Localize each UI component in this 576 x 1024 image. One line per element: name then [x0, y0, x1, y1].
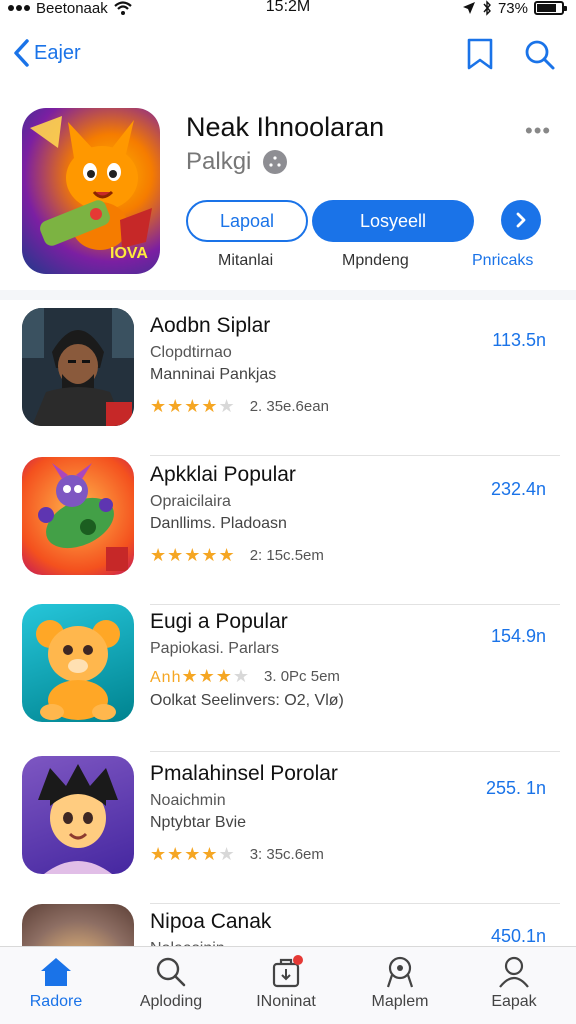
- tab-label: INoninat: [256, 993, 316, 1010]
- app-rating: Anh★★★★ 3. 0Pc 5em: [150, 666, 340, 687]
- app-icon-5[interactable]: [22, 904, 134, 948]
- chevron-right-icon: [516, 212, 526, 228]
- app-icon-3[interactable]: [22, 604, 134, 722]
- app-rating: ★★★★★ 2: 15c.5em: [150, 545, 324, 566]
- app-category: Clopdtirnao: [150, 344, 232, 361]
- status-right: 73%: [462, 0, 567, 17]
- app-name: Pmalahinsel Porolar: [150, 762, 338, 785]
- app-list-item[interactable]: Nipoa Canak Nolaasinin 450.1n: [0, 904, 576, 948]
- app-category: Papiokasi. Parlars: [150, 640, 279, 657]
- notification-badge: [293, 955, 303, 965]
- bag-icon: [272, 955, 303, 988]
- anime-character-illustration: [38, 764, 118, 874]
- tab-label: Aploding: [139, 993, 203, 1010]
- app-list-item[interactable]: Aodbn Siplar Clopdtirnao Manninai Pankja…: [0, 308, 576, 456]
- info-icon[interactable]: [263, 150, 288, 174]
- nav-bar: Eajer: [0, 30, 576, 82]
- app-list-item[interactable]: Eugi a Popular Papiokasi. Parlars Anh★★★…: [0, 604, 576, 752]
- primary-action-button[interactable]: Losyeell: [312, 200, 474, 242]
- app-size[interactable]: 154.9n: [491, 626, 546, 647]
- featured-label-1: Mitanlai: [218, 252, 274, 269]
- featured-label-3[interactable]: Pnricaks: [472, 252, 533, 270]
- app-icon-1[interactable]: [22, 308, 134, 426]
- app-developer: Nptybtar Bvie: [150, 814, 247, 831]
- app-rating: ★★★★★ 3: 35c.6em: [150, 844, 324, 865]
- app-size[interactable]: 255. 1n: [486, 778, 546, 799]
- location-arrow-icon: [462, 2, 475, 14]
- fox-character-illustration: IOVA: [30, 116, 152, 262]
- featured-subtitle: Palkgi: [186, 148, 252, 175]
- home-icon: [41, 958, 71, 986]
- more-options-button[interactable]: •••: [525, 118, 551, 144]
- battery-icon: [534, 1, 567, 15]
- star-rating-icon: Anh★★★★: [150, 666, 251, 686]
- row-divider: [150, 455, 560, 456]
- tab-label: Maplem: [371, 993, 429, 1010]
- star-rating-icon: ★★★★★: [150, 844, 236, 864]
- tab-map[interactable]: Maplem: [344, 955, 456, 1011]
- app-size[interactable]: 450.1n: [491, 926, 546, 947]
- warrior-character-illustration: [22, 308, 134, 426]
- featured-app-icon[interactable]: IOVA: [22, 108, 160, 274]
- search-icon[interactable]: [522, 36, 556, 72]
- app-list-item[interactable]: Apkklai Popular Opraicilaira Danllims. P…: [0, 457, 576, 605]
- back-label: Eajer: [34, 41, 81, 64]
- rating-count: 3. 0Pc 5em: [264, 668, 340, 685]
- app-name: Eugi a Popular: [150, 610, 288, 633]
- app-size[interactable]: 113.5n: [492, 330, 546, 351]
- app-category: Noaichmin: [150, 792, 226, 809]
- tab-label: Radore: [29, 993, 83, 1010]
- rating-prefix: Anh: [150, 669, 182, 686]
- star-rating-icon: ★★★★★: [150, 545, 236, 565]
- back-button[interactable]: Eajer: [12, 38, 81, 68]
- app-developer: Manninai Pankjas: [150, 366, 277, 383]
- tab-bar: Radore Aploding INoninat Maplem Eapak: [0, 946, 576, 1024]
- monster-character-illustration: [38, 463, 128, 571]
- person-icon: [499, 956, 529, 988]
- featured-title: Neak Ihnoolaran: [186, 112, 385, 142]
- app-list-item[interactable]: Pmalahinsel Porolar Noaichmin Nptybtar B…: [0, 756, 576, 904]
- app-developer: Oolkat Seelinvers: O2, Vlø): [150, 692, 344, 709]
- status-bar: Beetonaak 15:2M 73%: [0, 0, 576, 22]
- rating-count: 2. 35e.6ean: [249, 398, 329, 415]
- app-category: Opraicilaira: [150, 493, 231, 510]
- bluetooth-icon: [483, 0, 491, 16]
- battery-percent: 73%: [497, 0, 528, 17]
- rating-count: 2: 15c.5em: [249, 547, 324, 564]
- tab-home[interactable]: Radore: [0, 955, 112, 1011]
- featured-subtitle-row: Palkgi: [186, 148, 288, 176]
- app-name: Aodbn Siplar: [150, 314, 271, 337]
- pin-icon: [386, 956, 414, 988]
- app-name: Nipoa Canak: [150, 910, 272, 933]
- tab-search[interactable]: Aploding: [115, 955, 227, 1011]
- search-icon: [156, 957, 186, 987]
- app-developer: Danllims. Pladoasn: [150, 515, 287, 532]
- section-divider: [0, 290, 576, 300]
- bear-character-illustration: [36, 620, 120, 720]
- row-divider: [150, 751, 560, 752]
- app-rating: ★★★★★ 2. 35e.6ean: [150, 396, 329, 417]
- secondary-action-button[interactable]: Lapoal: [186, 200, 308, 242]
- tab-updates[interactable]: INoninat: [230, 955, 342, 1011]
- featured-label-2: Mpndeng: [342, 252, 409, 269]
- tab-label: Eapak: [491, 993, 537, 1010]
- app-name: Apkklai Popular: [150, 463, 296, 486]
- app-icon-2[interactable]: [22, 457, 134, 575]
- rating-count: 3: 35c.6em: [249, 846, 324, 863]
- tab-profile[interactable]: Eapak: [458, 955, 570, 1011]
- star-rating-icon: ★★★★★: [150, 396, 236, 416]
- app-icon-4[interactable]: [22, 756, 134, 874]
- next-button[interactable]: [501, 200, 541, 240]
- featured-icon-lettering: IOVA: [110, 245, 148, 262]
- chevron-left-icon: [14, 39, 29, 67]
- bookmark-icon[interactable]: [463, 36, 497, 72]
- featured-app: IOVA Neak Ihnoolaran Palkgi ••• Lapoal L…: [0, 104, 576, 284]
- app-size[interactable]: 232.4n: [491, 479, 546, 500]
